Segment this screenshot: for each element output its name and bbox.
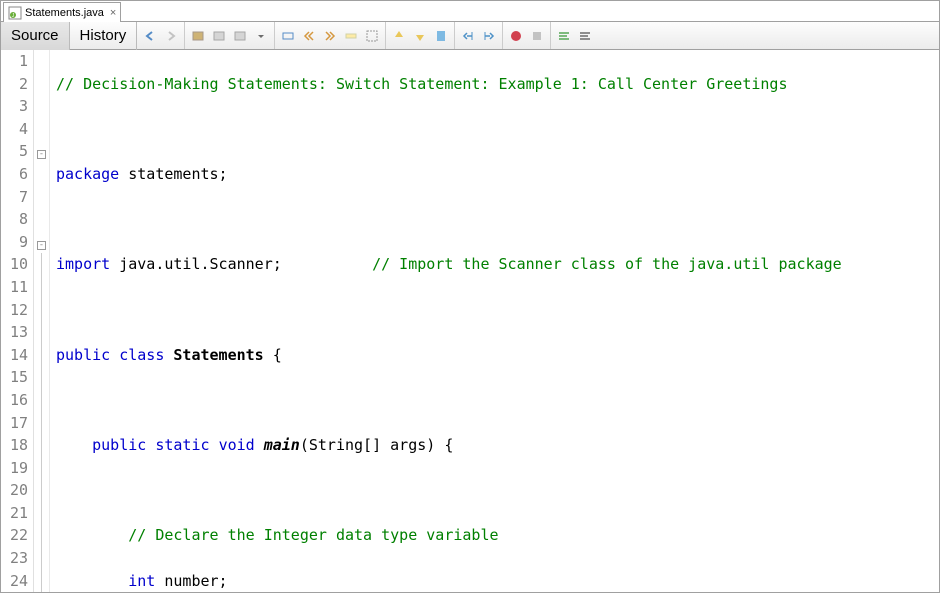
forward-icon[interactable]: [162, 27, 180, 45]
find-prev-icon[interactable]: [300, 27, 318, 45]
shift-right-icon[interactable]: [480, 27, 498, 45]
close-tab-icon[interactable]: ×: [110, 7, 116, 19]
toggle-bookmark-icon[interactable]: [432, 27, 450, 45]
toolbar-btn-1[interactable]: [189, 27, 207, 45]
editor-toolbar: Source History: [1, 22, 939, 50]
tab-history[interactable]: History: [70, 22, 138, 50]
uncomment-icon[interactable]: [576, 27, 594, 45]
toolbar-btn-3[interactable]: [231, 27, 249, 45]
file-tab-statements[interactable]: J Statements.java ×: [3, 2, 121, 22]
shift-left-icon[interactable]: [459, 27, 477, 45]
stop-macro-icon[interactable]: [528, 27, 546, 45]
editor-tab-bar: J Statements.java ×: [1, 1, 939, 22]
comment-icon[interactable]: [555, 27, 573, 45]
toggle-selection-icon[interactable]: [363, 27, 381, 45]
toolbar-btn-2[interactable]: [210, 27, 228, 45]
line-number-gutter: 123456789101112131415161718192021222324: [1, 50, 34, 592]
code-area[interactable]: // Decision-Making Statements: Switch St…: [50, 50, 939, 592]
fold-gutter: - -: [34, 50, 50, 592]
file-tab-label: Statements.java: [25, 7, 104, 19]
next-bookmark-icon[interactable]: [411, 27, 429, 45]
start-macro-icon[interactable]: [507, 27, 525, 45]
tab-source[interactable]: Source: [1, 22, 70, 50]
toolbar-dropdown-icon[interactable]: [252, 27, 270, 45]
fold-toggle-icon[interactable]: -: [37, 241, 46, 250]
fold-toggle-icon[interactable]: -: [37, 150, 46, 159]
java-file-icon: J: [8, 6, 22, 20]
prev-bookmark-icon[interactable]: [390, 27, 408, 45]
toggle-highlight-icon[interactable]: [342, 27, 360, 45]
code-editor[interactable]: 123456789101112131415161718192021222324 …: [1, 50, 939, 592]
find-next-icon[interactable]: [321, 27, 339, 45]
find-selection-icon[interactable]: [279, 27, 297, 45]
back-icon[interactable]: [141, 27, 159, 45]
